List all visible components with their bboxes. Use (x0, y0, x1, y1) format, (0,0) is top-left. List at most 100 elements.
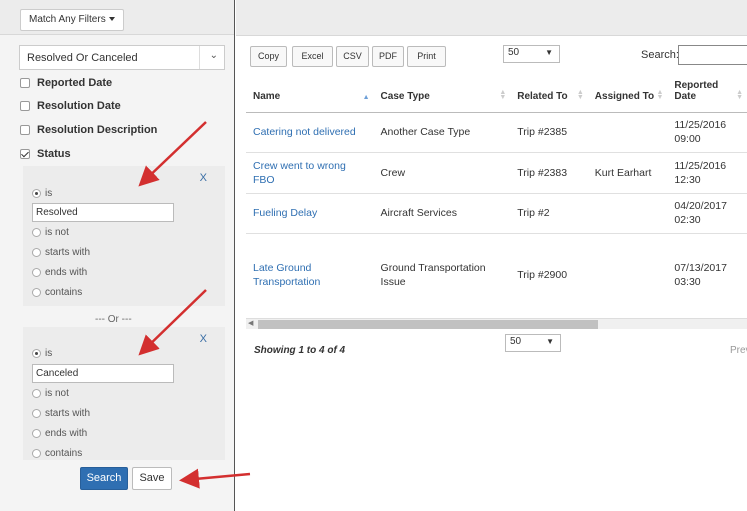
column-label: Case Type (380, 90, 430, 102)
radio-icon[interactable] (32, 428, 41, 438)
column-name[interactable]: Name ▲ (246, 72, 374, 113)
related-to-cell: Trip #2900 (510, 232, 588, 317)
save-button[interactable]: Save (132, 467, 172, 490)
radio-label: is (45, 347, 53, 359)
radio-label: ends with (45, 266, 88, 278)
page-length-select[interactable]: 50 ▼ (503, 45, 560, 63)
radio-icon[interactable] (32, 247, 41, 257)
column-label: Name (253, 90, 281, 102)
radio-label: ends with (45, 427, 88, 439)
table-row: Catering not delivered Another Case Type… (246, 111, 747, 152)
table-row: Crew went to wrong FBO Crew Trip #2383 K… (246, 151, 747, 193)
radio-icon[interactable] (32, 448, 41, 458)
condition-value-input-2[interactable] (32, 364, 174, 383)
reported-date-cell: 11/25/2016 12:30 (667, 151, 747, 193)
case-type-cell: Ground Transportation Issue (373, 232, 511, 317)
sort-icon: ▲ ▼ (576, 88, 584, 101)
select-divider (199, 46, 200, 69)
radio-label: contains (45, 447, 83, 459)
checkbox[interactable] (20, 125, 30, 135)
csv-button[interactable]: CSV (336, 46, 369, 67)
radio-label: is not (45, 226, 69, 238)
table-row: Late Ground Transportation Ground Transp… (246, 232, 747, 317)
radio-contains[interactable]: contains (32, 285, 82, 299)
column-label: Related To (517, 90, 568, 102)
search-button[interactable]: Search (80, 467, 128, 490)
radio-label: is not (45, 387, 69, 399)
status-filter-select[interactable]: Resolved Or Canceled ⌄ (19, 45, 225, 70)
triangle-down-icon: ▼ (546, 337, 554, 346)
radio-icon[interactable] (32, 388, 41, 398)
page-length-value: 50 (508, 47, 520, 58)
radio-icon[interactable] (32, 287, 41, 297)
radio-ends-with[interactable]: ends with (32, 265, 87, 279)
column-reported-date[interactable]: Reported Date ▲ ▼ (667, 72, 747, 113)
condition-value-input-1[interactable] (32, 203, 174, 222)
radio-starts-with[interactable]: starts with (32, 245, 90, 259)
filter-panel: Match Any Filters Resolved Or Canceled ⌄… (0, 0, 235, 511)
radio-icon[interactable] (32, 267, 41, 277)
assigned-to-cell (587, 111, 668, 152)
checkbox[interactable] (20, 101, 30, 111)
page-length-value: 50 (510, 336, 522, 347)
table-header-row: Name ▲ Case Type ▲ ▼ Related To ▲ ▼ Assigned … (246, 72, 747, 113)
remove-condition-2[interactable]: X (200, 333, 207, 345)
condition-box-1: X is is not starts with ends with contai… (23, 166, 225, 306)
match-filters-label: Match Any Filters (29, 14, 106, 25)
radio-icon[interactable] (32, 408, 41, 418)
scrollbar-thumb[interactable] (258, 320, 598, 329)
previous-page-link[interactable]: Prev (730, 345, 747, 356)
case-type-cell: Aircraft Services (373, 192, 511, 233)
case-name-link[interactable]: Late Ground Transportation (253, 262, 320, 288)
checkbox[interactable] (20, 78, 30, 88)
column-case-type[interactable]: Case Type ▲ ▼ (373, 72, 511, 113)
radio-is[interactable]: is (32, 186, 52, 200)
assigned-to-cell (587, 232, 668, 317)
or-separator: --- Or --- (95, 314, 132, 325)
status-select-value: Resolved Or Canceled (27, 52, 138, 64)
radio-ends-with[interactable]: ends with (32, 426, 87, 440)
radio-label: is (45, 187, 53, 199)
field-resolution-date[interactable]: Resolution Date (20, 98, 121, 114)
condition-box-2: X is is not starts with ends with contai… (23, 327, 225, 460)
case-name-link[interactable]: Fueling Delay (253, 207, 317, 219)
radio-is-not[interactable]: is not (32, 225, 69, 239)
match-filters-dropdown[interactable]: Match Any Filters (20, 9, 124, 31)
radio-label: starts with (45, 246, 91, 258)
radio-starts-with[interactable]: starts with (32, 406, 90, 420)
field-status[interactable]: Status (20, 146, 71, 162)
scroll-left-icon[interactable]: ◀ (248, 319, 253, 327)
case-name-link[interactable]: Catering not delivered (253, 126, 356, 138)
caret-down-icon (108, 17, 115, 22)
print-button[interactable]: Print (407, 46, 446, 67)
search-input[interactable] (678, 45, 747, 65)
radio-is-not[interactable]: is not (32, 386, 69, 400)
radio-icon[interactable] (32, 227, 41, 237)
field-label: Resolution Description (37, 124, 158, 136)
remove-condition-1[interactable]: X (200, 172, 207, 184)
case-type-cell: Crew (373, 151, 511, 193)
excel-button[interactable]: Excel (292, 46, 333, 67)
chevron-down-icon: ⌄ (209, 50, 218, 61)
horizontal-scrollbar[interactable]: ◀ (246, 318, 747, 329)
radio-icon[interactable] (32, 188, 41, 198)
pdf-button[interactable]: PDF (372, 46, 404, 67)
radio-label: contains (45, 286, 83, 298)
column-assigned-to[interactable]: Assigned To ▲ ▼ (587, 72, 668, 113)
radio-contains[interactable]: contains (32, 446, 82, 460)
case-type-cell: Another Case Type (373, 111, 511, 152)
table-info: Showing 1 to 4 of 4 (254, 345, 346, 356)
field-resolution-description[interactable]: Resolution Description (20, 122, 157, 138)
bottom-page-length-select[interactable]: 50 ▼ (505, 334, 561, 352)
reported-date-cell: 07/13/2017 03:30 (667, 232, 747, 317)
case-name-link[interactable]: Crew went to wrong FBO (253, 160, 346, 186)
column-related-to[interactable]: Related To ▲ ▼ (510, 72, 588, 113)
reported-date-cell: 04/20/2017 02:30 (667, 192, 747, 233)
radio-icon[interactable] (32, 348, 41, 358)
radio-is[interactable]: is (32, 346, 52, 360)
search-label: Search: (641, 49, 679, 61)
copy-button[interactable]: Copy (250, 46, 287, 67)
checkbox-checked[interactable] (20, 149, 30, 159)
filter-panel-header: Match Any Filters (0, 0, 234, 35)
field-reported-date[interactable]: Reported Date (20, 75, 112, 91)
